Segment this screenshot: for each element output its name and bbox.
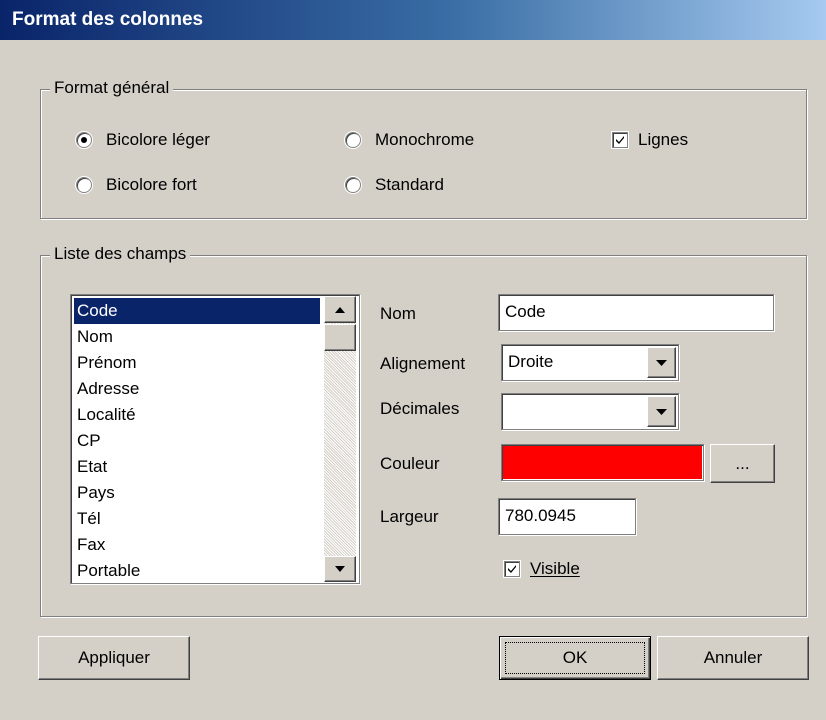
radio-label: Bicolore fort: [106, 175, 197, 194]
largeur-value: 780.0945: [505, 506, 576, 525]
chevron-down-icon: [656, 409, 667, 415]
couleur-browse-button[interactable]: ...: [710, 444, 775, 483]
list-item[interactable]: Prénom: [74, 350, 320, 376]
radio-button[interactable]: [345, 132, 361, 148]
list-item[interactable]: CP: [74, 428, 320, 454]
radio-label: Standard: [375, 175, 444, 194]
largeur-input[interactable]: 780.0945: [498, 498, 636, 535]
decimales-select[interactable]: [501, 393, 679, 430]
list-item[interactable]: Portable: [74, 558, 320, 583]
liste-champs-legend: Liste des champs: [50, 244, 191, 264]
focus-ring: [505, 642, 645, 674]
alignement-value: Droite: [508, 352, 554, 371]
fields-listbox[interactable]: Code Nom Prénom Adresse Localité CP Etat…: [70, 294, 360, 584]
list-item[interactable]: Adresse: [74, 376, 320, 402]
ok-button[interactable]: OK: [499, 636, 651, 680]
nom-value: Code: [505, 302, 546, 321]
dropdown-button[interactable]: [647, 396, 676, 427]
nom-label: Nom: [380, 304, 416, 323]
format-general-legend: Format général: [50, 78, 174, 98]
arrow-up-icon: [335, 307, 345, 313]
list-item[interactable]: Localité: [74, 402, 320, 428]
dropdown-button[interactable]: [647, 347, 676, 378]
radio-button[interactable]: [76, 132, 92, 148]
list-item[interactable]: Pays: [74, 480, 320, 506]
appliquer-label: Appliquer: [78, 648, 150, 667]
largeur-label: Largeur: [380, 507, 439, 526]
radio-label: Monochrome: [375, 130, 475, 149]
alignement-label: Alignement: [380, 354, 466, 373]
scroll-thumb[interactable]: [324, 324, 356, 351]
list-item[interactable]: Etat: [74, 454, 320, 480]
scroll-up-button[interactable]: [324, 296, 356, 323]
color-fill: [503, 446, 702, 479]
window-title: Format des colonnes: [12, 9, 204, 30]
list-item[interactable]: Nom: [74, 324, 320, 350]
annuler-label: Annuler: [703, 648, 763, 667]
title-bar[interactable]: Format des colonnes: [0, 0, 826, 40]
list-item[interactable]: Tél: [74, 506, 320, 532]
appliquer-button[interactable]: Appliquer: [38, 636, 190, 680]
radio-button[interactable]: [345, 177, 361, 193]
scroll-down-button[interactable]: [324, 556, 356, 582]
checkbox-label: Lignes: [638, 130, 689, 149]
checkmark-icon: [616, 136, 624, 144]
radio-label: Bicolore léger: [106, 130, 210, 149]
browse-label: ...: [735, 454, 750, 473]
alignement-select[interactable]: Droite: [501, 344, 679, 381]
arrow-down-icon: [335, 566, 345, 572]
checkmark-icon: [508, 565, 516, 573]
checkbox[interactable]: [612, 132, 628, 148]
radio-button[interactable]: [76, 177, 92, 193]
radio-dot: [81, 137, 87, 143]
decimales-label: Décimales: [380, 399, 460, 418]
list-item[interactable]: Code: [74, 298, 320, 324]
nom-input[interactable]: Code: [498, 294, 774, 331]
couleur-label: Couleur: [380, 454, 440, 473]
list-item[interactable]: Fax: [74, 532, 320, 558]
chevron-down-icon: [656, 360, 667, 366]
couleur-swatch[interactable]: [501, 444, 704, 481]
annuler-button[interactable]: Annuler: [657, 636, 809, 680]
checkbox[interactable]: [504, 561, 520, 577]
format-general-group: [40, 89, 807, 219]
checkbox-label: Visible: [530, 559, 580, 578]
